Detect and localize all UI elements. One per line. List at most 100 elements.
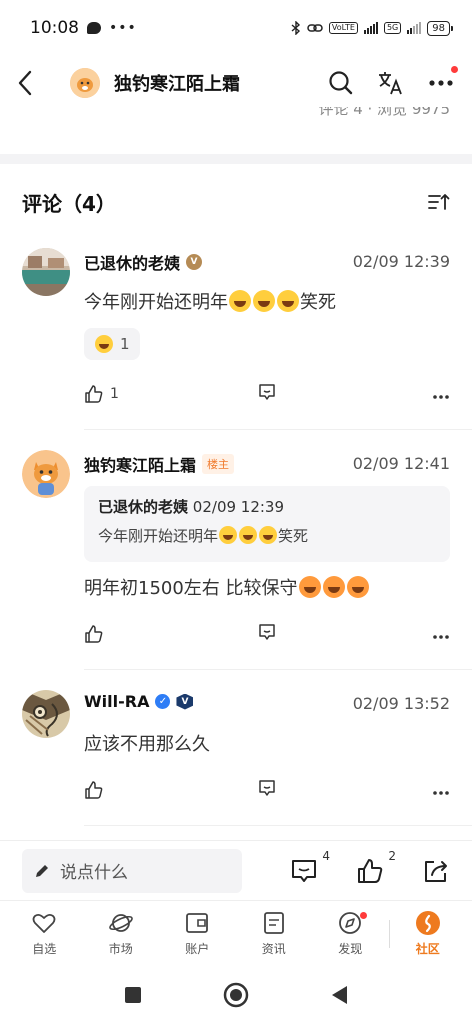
tab-label: 社区 xyxy=(415,942,440,956)
comment-time: 02/09 12:41 xyxy=(352,454,450,473)
search-button[interactable] xyxy=(326,68,356,98)
pencil-icon xyxy=(36,864,48,877)
bluetooth-icon xyxy=(291,21,300,35)
top-nav: 独钓寒江陌上霜 xyxy=(0,56,472,110)
comment-more-button[interactable] xyxy=(432,625,450,644)
commenter-name[interactable]: 独钓寒江陌上霜 楼主 xyxy=(84,452,235,476)
like-button[interactable] xyxy=(84,780,110,800)
planet-icon xyxy=(108,914,133,932)
commenter-name-text: 独钓寒江陌上霜 xyxy=(84,456,197,475)
commenter-name[interactable]: Will-RA ✓ V xyxy=(84,692,194,711)
tab-label: 发现 xyxy=(338,942,363,956)
tab-discover[interactable]: 发现 xyxy=(312,910,389,957)
back-triangle-icon[interactable] xyxy=(329,984,349,1006)
quoted-comment[interactable]: 已退休的老姨 02/09 12:39 今年刚开始还明年 笑死 xyxy=(84,486,450,562)
commenter-name[interactable]: 已退休的老姨 V xyxy=(84,250,203,274)
laugh-cry-emoji-icon xyxy=(95,335,113,353)
comment-time: 02/09 13:52 xyxy=(352,694,450,713)
back-button[interactable] xyxy=(16,69,44,97)
like-button[interactable]: 1 xyxy=(84,384,119,404)
reply-button[interactable] xyxy=(258,383,276,405)
news-icon xyxy=(263,912,284,934)
like-button[interactable] xyxy=(84,624,110,644)
tab-news[interactable]: 资讯 xyxy=(236,910,313,957)
comments-header: 评论（4） xyxy=(22,184,450,220)
commenter-name-text: Will-RA xyxy=(84,692,150,711)
chat-notification-icon xyxy=(87,22,101,34)
quoted-time: 02/09 12:39 xyxy=(192,498,285,516)
heart-icon xyxy=(32,913,56,933)
laugh-emoji-icon xyxy=(253,290,275,312)
comment-item: 独钓寒江陌上霜 楼主 02/09 12:41 已退休的老姨 02/09 12:3… xyxy=(0,448,472,670)
more-button[interactable] xyxy=(426,66,458,98)
cat-avatar-icon xyxy=(22,450,70,498)
tab-label: 自选 xyxy=(32,942,57,956)
tab-label: 市场 xyxy=(108,942,133,956)
reaction-count: 1 xyxy=(120,335,130,353)
tab-community[interactable]: 社区 xyxy=(390,910,467,957)
reaction-chip[interactable]: 1 xyxy=(84,328,140,360)
status-bar: 10:08 ••• VoLTE 5G 98 xyxy=(0,0,472,56)
thumbs-up-icon xyxy=(85,781,103,799)
volte-tag: VoLTE xyxy=(328,22,358,34)
5g-tag: 5G xyxy=(383,22,402,34)
sort-icon[interactable] xyxy=(426,190,450,214)
reply-button[interactable] xyxy=(258,623,276,645)
commenter-avatar[interactable] xyxy=(22,690,70,738)
tab-label: 资讯 xyxy=(261,942,286,956)
comment-icon xyxy=(259,624,275,640)
tab-account[interactable]: 账户 xyxy=(159,910,236,957)
share-button[interactable] xyxy=(422,857,450,885)
comment-icon xyxy=(259,384,275,400)
home-icon[interactable] xyxy=(223,982,249,1008)
comment-more-button[interactable] xyxy=(432,781,450,800)
comment-text: 应该不用那么久 xyxy=(84,734,210,755)
commenter-avatar[interactable] xyxy=(22,248,70,296)
commenter-avatar[interactable] xyxy=(22,450,70,498)
tab-market[interactable]: 市场 xyxy=(83,910,160,957)
section-divider xyxy=(0,154,472,164)
comment-input[interactable]: 说点什么 xyxy=(22,848,242,893)
comment-input-placeholder: 说点什么 xyxy=(60,863,128,883)
laugh-emoji-icon xyxy=(219,526,238,544)
comment-item: 已退休的老姨 V 02/09 12:39 今年刚开始还明年 笑死 1 1 xyxy=(0,246,472,430)
verified-check-icon: ✓ xyxy=(155,694,171,709)
post-like-count: 2 xyxy=(388,848,396,863)
reply-button[interactable] xyxy=(258,779,276,801)
laugh-emoji-icon xyxy=(229,290,251,312)
tab-watchlist[interactable]: 自选 xyxy=(6,910,83,957)
comment-actions xyxy=(84,622,450,646)
comment-icon xyxy=(292,859,316,882)
comment-separator xyxy=(84,429,472,430)
comments-count: 4 xyxy=(322,848,330,863)
battery-indicator: 98 xyxy=(427,20,453,36)
comments-button[interactable]: 4 xyxy=(290,849,330,885)
signal-icon-2 xyxy=(407,22,422,34)
post-like-button[interactable]: 2 xyxy=(356,849,396,885)
more-dots-icon xyxy=(429,80,453,86)
wallet-icon xyxy=(186,913,209,933)
notification-dot xyxy=(359,912,367,919)
commenter-name-text: 已退休的老姨 xyxy=(84,254,181,273)
more-dots-icon xyxy=(433,394,449,399)
comments-title: 评论（4） xyxy=(22,191,116,216)
comment-item: Will-RA ✓ V 02/09 13:52 应该不用那么久 xyxy=(0,688,472,826)
pool-photo-avatar xyxy=(22,248,70,296)
comment-separator xyxy=(84,669,472,670)
quoted-author: 已退休的老姨 xyxy=(98,498,189,516)
translate-icon xyxy=(379,72,402,95)
page-title[interactable]: 独钓寒江陌上霜 xyxy=(114,70,240,96)
like-count: 1 xyxy=(110,386,119,402)
bottom-tab-bar: 自选 市场 账户 资讯 发现 社区 xyxy=(0,900,472,966)
abstract-art-avatar xyxy=(22,690,70,738)
comment-more-button[interactable] xyxy=(432,385,450,404)
translate-button[interactable] xyxy=(376,68,406,98)
comment-actions: 1 xyxy=(84,382,450,406)
comment-separator xyxy=(84,825,472,826)
thumbs-up-icon xyxy=(358,858,383,883)
tab-label: 账户 xyxy=(185,942,210,956)
chevron-left-icon xyxy=(18,70,32,96)
recent-apps-icon[interactable] xyxy=(123,985,143,1005)
comment-text: 今年刚开始还明年 笑死 xyxy=(84,290,336,313)
author-avatar[interactable] xyxy=(70,68,100,98)
